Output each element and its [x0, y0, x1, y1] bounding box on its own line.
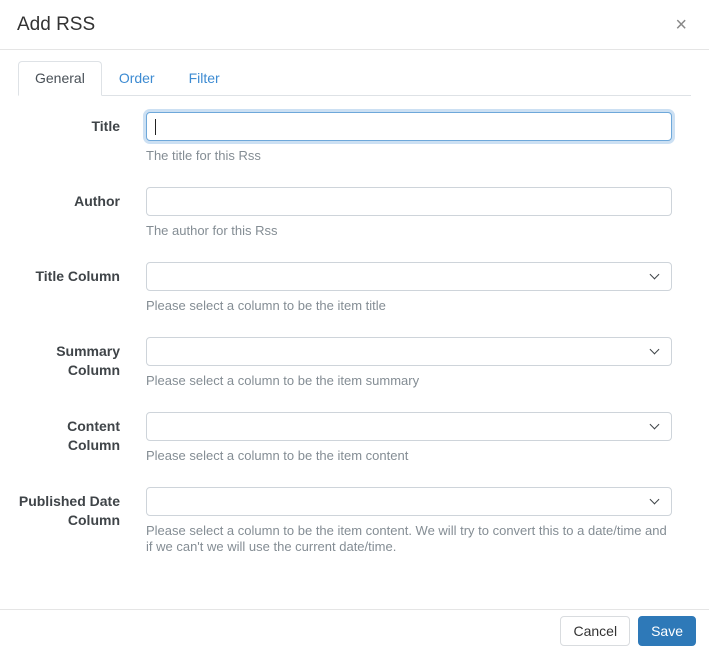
- summary-column-select[interactable]: [146, 337, 672, 366]
- tab-bar: General Order Filter: [18, 61, 691, 96]
- title-input[interactable]: [146, 112, 672, 141]
- modal-header: Add RSS ×: [0, 0, 709, 50]
- content-column-select[interactable]: [146, 412, 672, 441]
- add-rss-modal: Add RSS × General Order Filter Title The…: [0, 0, 709, 653]
- form-row-summary-column: Summary Column Please select a column to…: [18, 337, 691, 389]
- title-label: Title: [91, 118, 120, 134]
- form-row-content-column: Content Column Please select a column to…: [18, 412, 691, 464]
- published-date-column-help-text: Please select a column to be the item co…: [146, 523, 667, 554]
- tab-filter[interactable]: Filter: [172, 61, 237, 96]
- general-tab-panel: Title The title for this Rss Author The …: [18, 96, 691, 555]
- title-help-text: The title for this Rss: [146, 148, 261, 163]
- author-help-text: The author for this Rss: [146, 223, 278, 238]
- content-column-help-text: Please select a column to be the item co…: [146, 448, 409, 463]
- form-row-author: Author The author for this Rss: [18, 187, 691, 239]
- title-column-label: Title Column: [35, 268, 120, 284]
- form-row-title-column: Title Column Please select a column to b…: [18, 262, 691, 314]
- published-date-column-label: Published Date Column: [18, 493, 120, 528]
- modal-footer: Cancel Save: [0, 609, 709, 653]
- title-column-help-text: Please select a column to be the item ti…: [146, 298, 386, 313]
- published-date-column-select[interactable]: [146, 487, 672, 516]
- tab-order[interactable]: Order: [102, 61, 172, 96]
- content-column-label: Content Column: [67, 418, 120, 453]
- author-input[interactable]: [146, 187, 672, 216]
- close-icon[interactable]: ×: [669, 13, 693, 37]
- form-row-published-date-column: Published Date Column Please select a co…: [18, 487, 691, 555]
- summary-column-label: Summary Column: [56, 343, 120, 378]
- author-label: Author: [74, 193, 120, 209]
- text-caret: [155, 119, 156, 135]
- summary-column-help-text: Please select a column to be the item su…: [146, 373, 420, 388]
- title-column-select[interactable]: [146, 262, 672, 291]
- tab-general[interactable]: General: [18, 61, 102, 96]
- cancel-button[interactable]: Cancel: [560, 616, 631, 646]
- modal-body: General Order Filter Title The title for…: [0, 50, 709, 609]
- form-row-title: Title The title for this Rss: [18, 112, 691, 164]
- modal-title: Add RSS: [17, 14, 96, 35]
- save-button[interactable]: Save: [638, 616, 696, 646]
